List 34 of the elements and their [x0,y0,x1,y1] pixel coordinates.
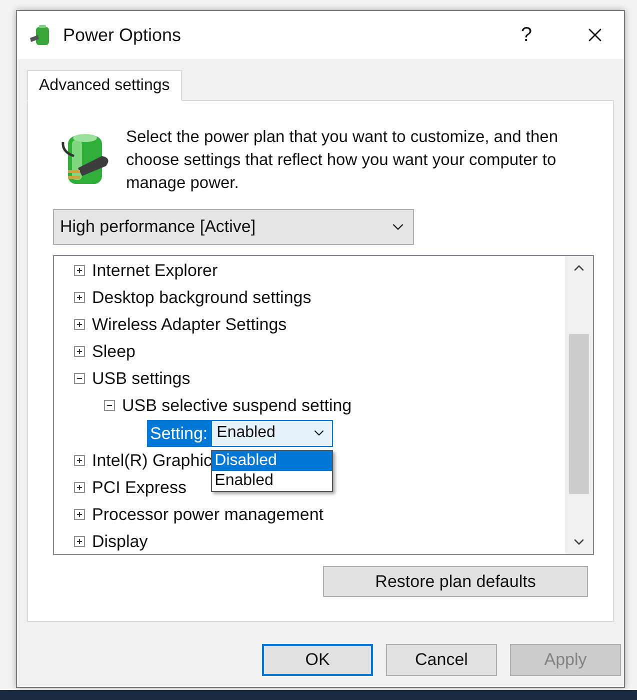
expand-icon[interactable] [74,509,85,520]
tree-item[interactable]: Wireless Adapter Settings [92,312,287,338]
setting-label: Setting: [147,420,211,446]
tree-item[interactable]: USB settings [92,366,190,392]
expand-icon[interactable] [74,346,85,357]
tree-item[interactable]: Desktop background settings [92,284,312,310]
tree-item[interactable]: PCI Express [92,474,186,500]
dialog-button[interactable]: OK [262,644,373,676]
expand-icon[interactable] [74,292,85,303]
tree-item[interactable]: USB selective suspend setting [122,392,352,418]
scrollbar-thumb[interactable] [569,334,589,494]
tree-item[interactable]: Internet Explorer [92,258,218,284]
expand-icon[interactable] [74,536,85,547]
dropdown-option[interactable]: Disabled [212,450,332,470]
collapse-icon[interactable] [74,373,85,384]
plan-select[interactable]: High performance [Active] [53,209,414,245]
expand-icon[interactable] [74,455,85,466]
tree-item[interactable]: Processor power management [92,502,324,528]
tree-item[interactable]: Display [92,528,148,554]
tree-item[interactable]: Intel(R) Graphic [92,448,212,474]
intro-text: Select the power plan that you want to customize, and then choose settings that reflect how you want your computer to manage power. [126,127,560,194]
collapse-icon[interactable] [104,400,115,411]
dialog-button[interactable]: Cancel [386,644,497,676]
dropdown-option[interactable]: Enabled [212,470,332,490]
setting-select[interactable]: Enabled [210,420,333,446]
expand-icon[interactable] [74,482,85,493]
window-title: Power Options [63,24,182,47]
tree-item[interactable]: Sleep [92,338,136,364]
scrollbar[interactable] [565,256,593,554]
tab[interactable]: Advanced settings [27,70,182,101]
help-button[interactable]: ? [520,20,532,50]
expand-icon[interactable] [74,265,85,276]
restore-defaults-button[interactable]: Restore plan defaults [323,566,588,597]
expand-icon[interactable] [74,319,85,330]
